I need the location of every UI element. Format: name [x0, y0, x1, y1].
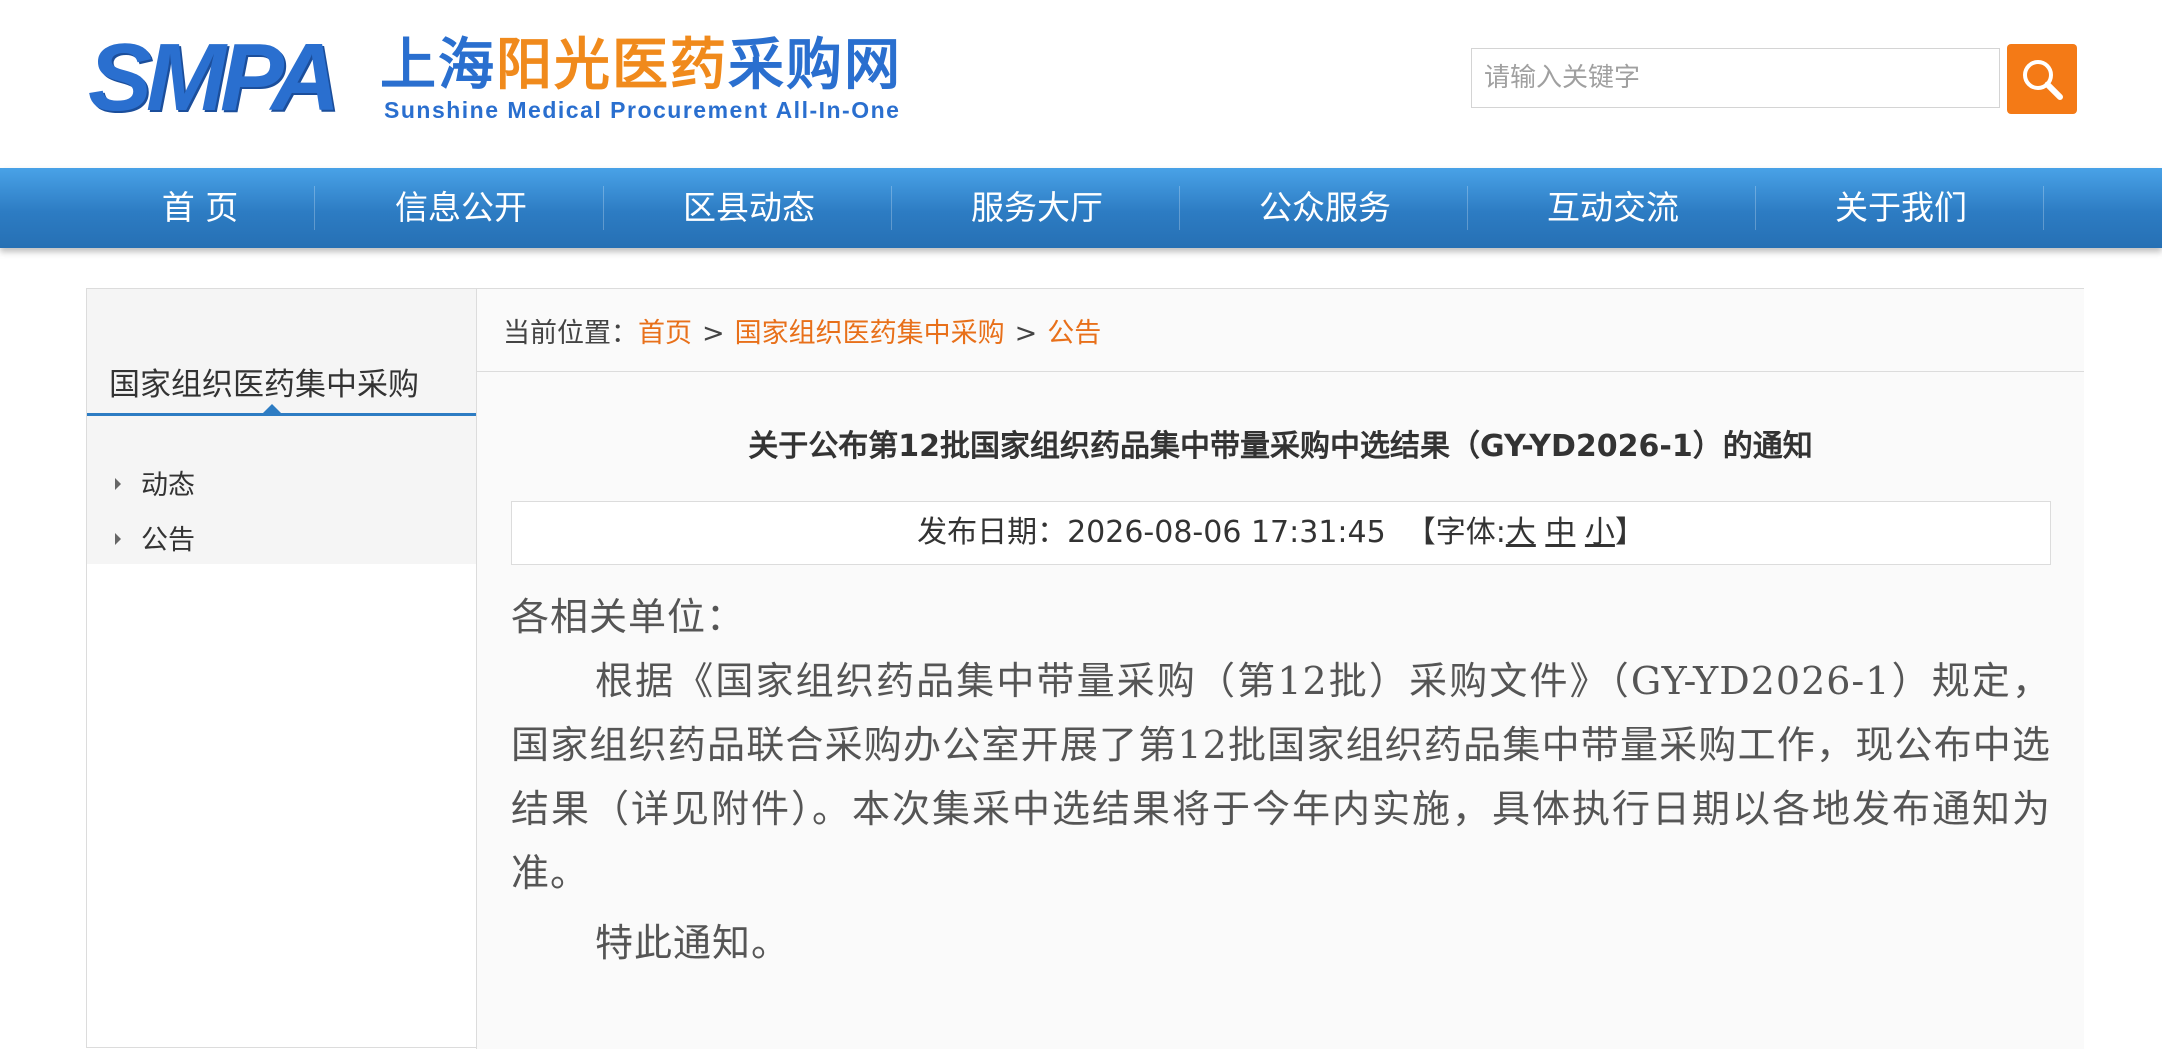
site-header: SMPA 上海阳光医药采购网 Sunshine Medical Procurem… [0, 0, 2162, 168]
nav-divider [891, 186, 892, 230]
sidebar-item-announcement[interactable]: 公告 [115, 521, 195, 561]
publish-date-value: 2026-08-06 17:31:45 [1067, 515, 1386, 550]
breadcrumb: 当前位置：首页 > 国家组织医药集中采购 > 公告 [503, 311, 1101, 350]
article-body: 各相关单位： 根据《国家组织药品集中带量采购（第12批）采购文件》（GY-YD2… [511, 585, 2051, 975]
breadcrumb-separator: > [702, 318, 725, 349]
content-area: 当前位置：首页 > 国家组织医药集中采购 > 公告 关于公布第12批国家组织药品集中带量… [476, 289, 2084, 1049]
search-input[interactable] [1471, 48, 2000, 108]
breadcrumb-bar: 当前位置：首页 > 国家组织医药集中采购 > 公告 [477, 289, 2084, 372]
font-size-label: 【字体: [1405, 515, 1506, 550]
article-salutation: 各相关单位： [511, 595, 746, 639]
nav-item-interaction[interactable]: 互动交流 [1469, 168, 1757, 248]
article-closing: 特此通知。 [595, 921, 791, 965]
nav-divider [603, 186, 604, 230]
nav-divider [2043, 186, 2044, 230]
article-meta: 发布日期：2026-08-06 17:31:45 【字体:大 中 小】 [511, 501, 2051, 565]
nav-item-info-disclosure[interactable]: 信息公开 [317, 168, 605, 248]
article-title: 关于公布第12批国家组织药品集中带量采购中选结果（GY-YD2026-1）的通知 [748, 429, 1813, 464]
sidebar-title: 国家组织医药集中采购 [109, 367, 419, 403]
breadcrumb-category[interactable]: 国家组织医药集中采购 [735, 318, 1005, 349]
logo-cn-part2: 阳光医药 [496, 32, 728, 98]
nav-item-public-service[interactable]: 公众服务 [1181, 168, 1469, 248]
nav-divider [1467, 186, 1468, 230]
triangle-right-icon [115, 532, 121, 545]
breadcrumb-prefix: 当前位置： [503, 318, 638, 349]
triangle-right-icon [115, 477, 121, 490]
logo-cn-part1: 上海 [380, 32, 496, 98]
main-frame: 国家组织医药集中采购 动态 公告 当前位置：首页 > 国家组织医药集中采购 > 公告 关… [86, 288, 2084, 1049]
font-size-medium-link[interactable]: 中 [1545, 515, 1575, 550]
main-nav: 首 页 信息公开 区县动态 服务大厅 公众服务 互动交流 关于我们 [0, 168, 2162, 248]
font-size-label-close: 】 [1614, 515, 1645, 550]
caret-up-icon [263, 404, 281, 413]
sidebar-item-news[interactable]: 动态 [115, 466, 195, 506]
breadcrumb-home[interactable]: 首页 [638, 318, 692, 349]
magnifier-icon [2023, 60, 2063, 100]
nav-divider [1755, 186, 1756, 230]
site-logo[interactable]: SMPA 上海阳光医药采购网 Sunshine Medical Procurem… [88, 28, 918, 128]
sidebar-item-label: 公告 [141, 525, 195, 556]
nav-item-home[interactable]: 首 页 [56, 168, 344, 248]
nav-divider [1179, 186, 1180, 230]
publish-date-label: 发布日期： [917, 515, 1068, 550]
search-button[interactable] [2007, 44, 2077, 114]
nav-divider [314, 186, 315, 230]
sidebar: 国家组织医药集中采购 动态 公告 [87, 289, 476, 564]
sidebar-item-label: 动态 [141, 470, 195, 501]
nav-item-about-us[interactable]: 关于我们 [1757, 168, 2045, 248]
breadcrumb-current[interactable]: 公告 [1047, 318, 1101, 349]
font-size-small-link[interactable]: 小 [1585, 515, 1615, 550]
sidebar-title-underline [87, 413, 476, 416]
logo-chinese-name: 上海阳光医药采购网 [380, 34, 902, 96]
article-paragraph: 根据《国家组织药品集中带量采购（第12批）采购文件》（GY-YD2026-1）规… [511, 659, 2051, 895]
breadcrumb-separator: > [1014, 318, 1038, 349]
font-size-large-link[interactable]: 大 [1506, 515, 1536, 550]
nav-item-district-news[interactable]: 区县动态 [605, 168, 893, 248]
logo-smpa-text: SMPA [88, 24, 340, 131]
logo-english-name: Sunshine Medical Procurement All-In-One [384, 97, 901, 123]
nav-item-service-hall[interactable]: 服务大厅 [893, 168, 1181, 248]
logo-cn-part3: 采购网 [728, 32, 902, 98]
